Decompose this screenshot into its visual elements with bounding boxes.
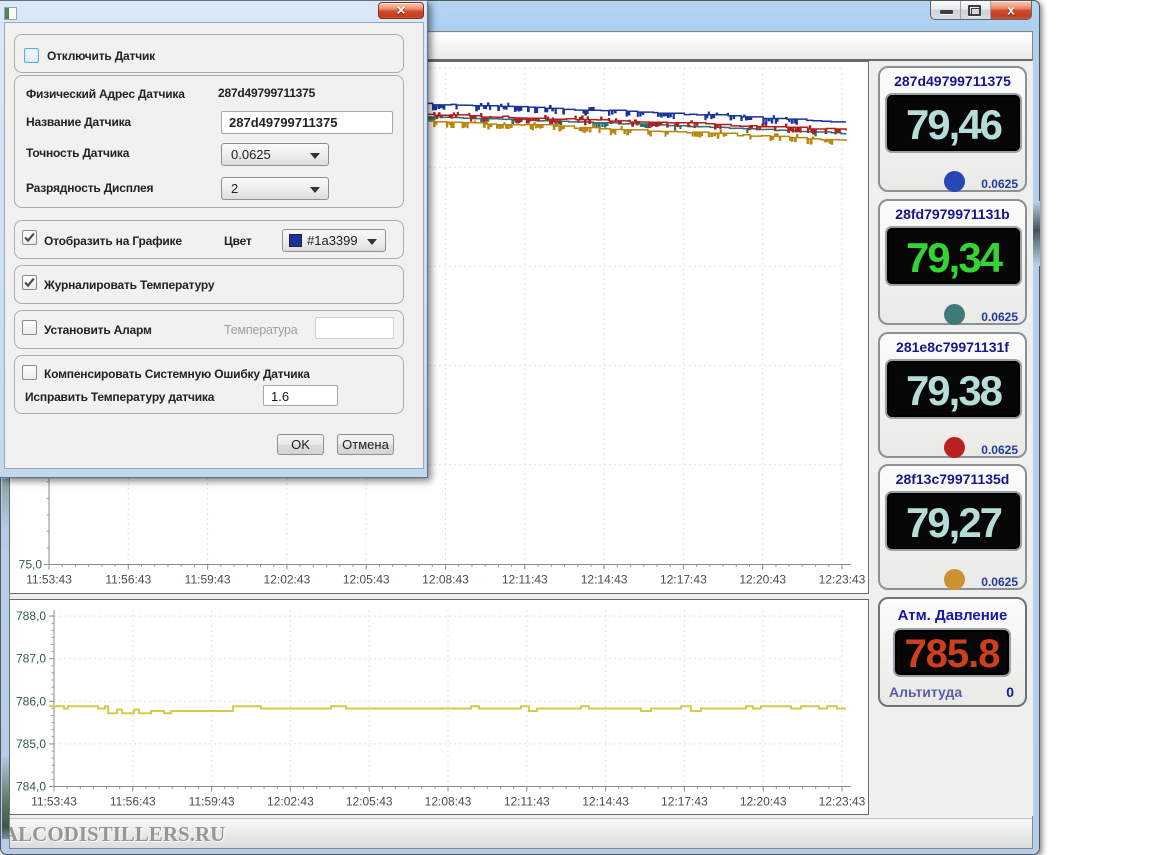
svg-text:12:17:43: 12:17:43 xyxy=(660,573,707,587)
svg-text:12:17:43: 12:17:43 xyxy=(661,795,708,809)
svg-text:12:08:43: 12:08:43 xyxy=(422,573,469,587)
svg-text:784,0: 784,0 xyxy=(16,780,46,794)
svg-text:12:11:43: 12:11:43 xyxy=(504,795,550,809)
svg-text:75,0: 75,0 xyxy=(19,558,43,572)
svg-text:786,0: 786,0 xyxy=(16,694,46,708)
svg-text:12:14:43: 12:14:43 xyxy=(582,795,629,809)
svg-text:12:23:43: 12:23:43 xyxy=(819,573,866,587)
svg-text:12:02:43: 12:02:43 xyxy=(264,573,311,587)
svg-text:11:53:43: 11:53:43 xyxy=(26,573,72,587)
svg-text:11:59:43: 11:59:43 xyxy=(189,795,235,809)
svg-text:11:53:43: 11:53:43 xyxy=(31,795,77,809)
svg-text:11:56:43: 11:56:43 xyxy=(110,795,156,809)
svg-text:12:20:43: 12:20:43 xyxy=(740,795,787,809)
svg-text:12:11:43: 12:11:43 xyxy=(502,573,548,587)
svg-text:12:20:43: 12:20:43 xyxy=(739,573,786,587)
svg-text:12:05:43: 12:05:43 xyxy=(346,795,393,809)
svg-text:11:56:43: 11:56:43 xyxy=(105,573,151,587)
svg-text:12:14:43: 12:14:43 xyxy=(581,573,628,587)
svg-text:12:02:43: 12:02:43 xyxy=(267,795,314,809)
svg-text:785,0: 785,0 xyxy=(16,737,46,751)
svg-text:12:08:43: 12:08:43 xyxy=(425,795,472,809)
svg-text:11:59:43: 11:59:43 xyxy=(185,573,231,587)
svg-text:788,0: 788,0 xyxy=(16,609,46,623)
svg-text:12:05:43: 12:05:43 xyxy=(343,573,390,587)
svg-text:12:23:43: 12:23:43 xyxy=(819,795,866,809)
svg-text:787,0: 787,0 xyxy=(16,652,46,666)
